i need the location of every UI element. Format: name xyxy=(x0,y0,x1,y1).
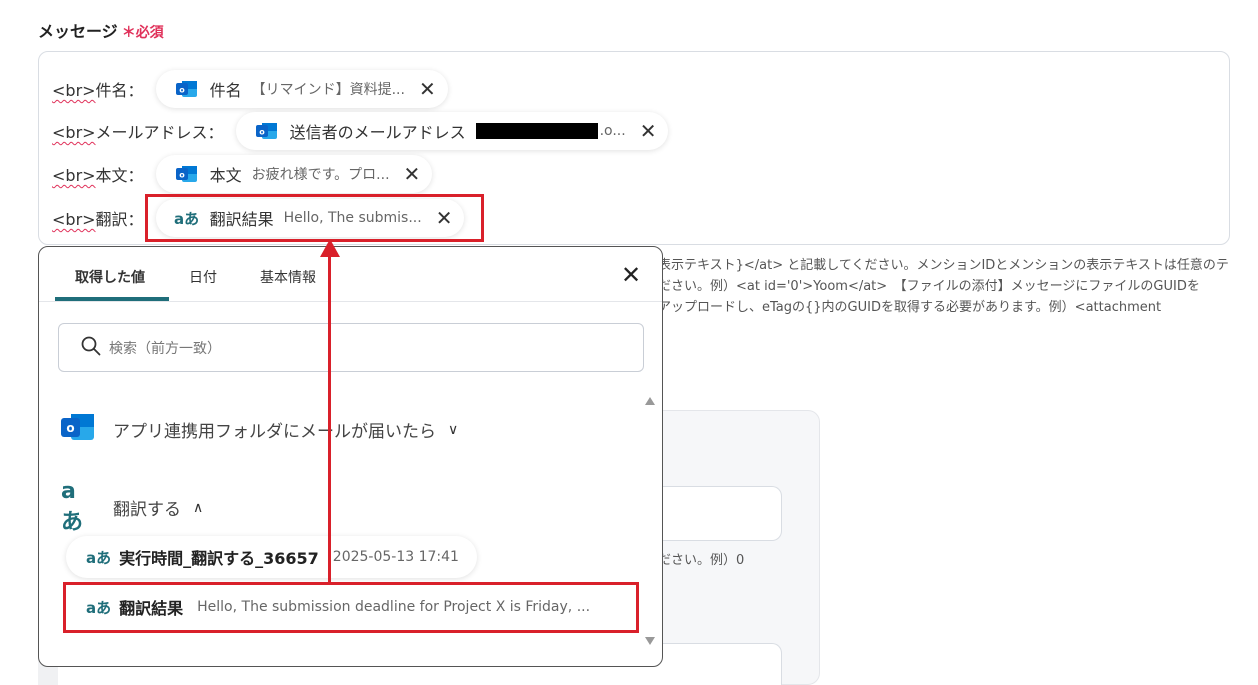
row-prefix: <br>翻訳： xyxy=(52,206,144,230)
svg-text:o: o xyxy=(66,421,74,435)
br-tag: <br> xyxy=(52,166,96,185)
helper-text-line: アップロードし、eTagの{}内のGUIDを取得する必要があります。例）<att… xyxy=(658,300,1162,315)
group-title: 翻訳する xyxy=(113,500,181,520)
field-label: メッセージ ＊必須 xyxy=(38,18,164,42)
group-outlook-trigger[interactable]: o アプリ連携用フォルダにメールが届いたら ∨ xyxy=(61,411,458,448)
annotation-arrow-line xyxy=(328,255,331,585)
chip-name: 送信者のメールアドレス xyxy=(289,123,466,142)
required-badge: ＊必須 xyxy=(122,25,164,41)
helper-text-line: ださい。例）0 xyxy=(658,553,745,568)
svg-text:o: o xyxy=(179,86,185,95)
chip-value: 【リマインド】資料提... xyxy=(251,82,405,98)
outlook-icon: o xyxy=(175,78,198,100)
close-icon[interactable]: ✕ xyxy=(621,263,641,287)
close-icon[interactable]: ✕ xyxy=(419,79,436,99)
group-title: アプリ連携用フォルダにメールが届いたら xyxy=(113,422,436,442)
scroll-down-icon[interactable] xyxy=(645,637,655,645)
required-text: 必須 xyxy=(135,25,164,41)
required-mark: ＊ xyxy=(121,25,136,41)
helper-text-line: ださい。例）<at id='0'>Yoom</at> 【ファイルの添付】メッセー… xyxy=(658,279,1200,294)
highlight-box-chip xyxy=(145,194,484,242)
item-value: 2025-05-13 17:41 xyxy=(332,549,459,565)
row-label: 本文： xyxy=(95,166,144,185)
tab-bar: 取得した値 日付 基本情報 ✕ xyxy=(39,247,662,302)
row-label: 翻訳： xyxy=(95,210,144,229)
variable-chip[interactable]: o 送信者のメールアドレス .o... ✕ xyxy=(235,112,669,150)
group-translate[interactable]: aあ 翻訳する ∧ xyxy=(61,479,203,536)
search-input[interactable]: 検索（前方一致） xyxy=(58,323,644,372)
br-tag: <br> xyxy=(52,81,96,100)
chip-name: 件名 xyxy=(209,81,242,100)
active-tab-indicator xyxy=(55,297,169,301)
tab-date[interactable]: 日付 xyxy=(189,267,217,287)
svg-text:o: o xyxy=(179,171,185,180)
highlight-box-item xyxy=(63,582,639,633)
tab-retrieved-values[interactable]: 取得した値 xyxy=(75,267,145,287)
svg-text:o: o xyxy=(259,128,265,137)
list-item[interactable]: aあ 実行時間_翻訳する_36657 2025-05-13 17:41 xyxy=(66,536,477,578)
editor-row-body: <br>本文： o 本文 お疲れ様です。プロ... ✕ xyxy=(52,155,433,193)
br-tag: <br> xyxy=(52,210,96,229)
search-placeholder: 検索（前方一致） xyxy=(109,340,221,357)
scroll-up-icon[interactable] xyxy=(645,397,655,405)
outlook-icon: o xyxy=(61,411,95,448)
row-label: メールアドレス： xyxy=(95,123,224,142)
outlook-icon: o xyxy=(255,120,278,142)
close-icon[interactable]: ✕ xyxy=(404,164,421,184)
chip-name: 本文 xyxy=(209,166,242,185)
chevron-down-icon[interactable]: ∨ xyxy=(448,422,458,438)
variable-chip[interactable]: o 件名 【リマインド】資料提... ✕ xyxy=(155,70,448,108)
translate-icon: aあ xyxy=(86,548,112,567)
row-prefix: <br>メールアドレス： xyxy=(52,119,224,143)
chip-value: .o... xyxy=(599,123,626,139)
br-tag: <br> xyxy=(52,123,96,142)
variable-chip[interactable]: o 本文 お疲れ様です。プロ... ✕ xyxy=(155,155,433,193)
outlook-icon: o xyxy=(175,163,198,185)
field-label-text: メッセージ xyxy=(38,22,118,41)
helper-text-line: 表示テキスト}</at> と記載してください。メンションIDとメンションの表示テ… xyxy=(658,258,1229,273)
search-icon xyxy=(81,336,101,360)
translate-icon: aあ xyxy=(61,479,84,535)
chevron-up-icon[interactable]: ∧ xyxy=(193,500,203,516)
close-icon[interactable]: ✕ xyxy=(640,121,657,141)
chip-value: お疲れ様です。プロ... xyxy=(251,167,390,183)
editor-row-email: <br>メールアドレス： o 送信者のメールアドレス .o... ✕ xyxy=(52,112,669,150)
item-name: 実行時間_翻訳する_36657 xyxy=(119,549,319,568)
row-label: 件名： xyxy=(95,81,144,100)
annotation-arrow-head xyxy=(320,239,340,257)
row-prefix: <br>本文： xyxy=(52,162,144,186)
tab-basic-info[interactable]: 基本情報 xyxy=(260,267,316,287)
redacted-block xyxy=(475,123,598,139)
editor-row-subject: <br>件名： o 件名 【リマインド】資料提... ✕ xyxy=(52,70,448,108)
row-prefix: <br>件名： xyxy=(52,77,144,101)
